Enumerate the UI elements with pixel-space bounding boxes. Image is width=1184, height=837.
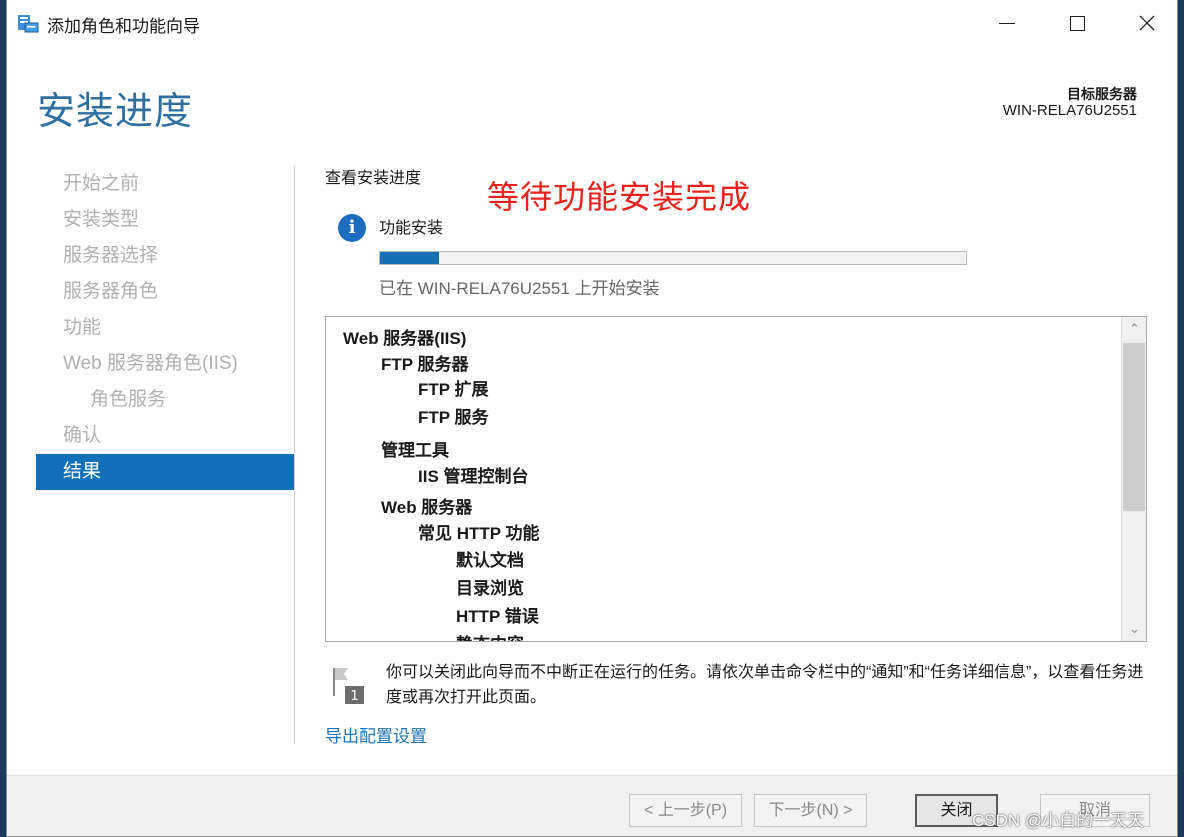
info-icon: i (338, 214, 366, 242)
title-bar[interactable]: 添加角色和功能向导 (7, 0, 1177, 46)
feature-item: IIS 管理控制台 (418, 467, 529, 486)
sidebar-item-server-selection: 服务器选择 (63, 245, 159, 266)
next-button[interactable]: 下一步(N) > (754, 794, 867, 827)
close-window-button[interactable] (1112, 0, 1177, 46)
feature-list-scrollbar[interactable]: ⌃ ⌄ (1121, 317, 1146, 641)
install-progress-fill (380, 252, 439, 264)
target-server-label: 目标服务器 (1067, 86, 1137, 102)
close-icon (1139, 15, 1155, 31)
sidebar-item-confirmation: 确认 (63, 425, 102, 446)
section-heading: 查看安装进度 (325, 170, 422, 187)
sidebar-item-results[interactable]: 结果 (36, 454, 294, 490)
sidebar-item-installation-type: 安装类型 (63, 209, 140, 230)
scroll-up-arrow-icon[interactable]: ⌃ (1122, 317, 1146, 341)
page-title: 安装进度 (37, 91, 194, 133)
minimize-button[interactable] (972, 0, 1042, 46)
feature-item: 管理工具 (381, 441, 449, 460)
scroll-down-arrow-icon[interactable]: ⌄ (1122, 617, 1146, 641)
export-config-link[interactable]: 导出配置设置 (325, 722, 427, 747)
server-manager-icon (18, 15, 39, 33)
previous-button[interactable]: < 上一步(P) (629, 794, 742, 827)
feature-list[interactable]: Web 服务器(IIS) FTP 服务器 FTP 扩展 FTP 服务 管理工具 … (325, 316, 1147, 642)
sidebar-item-before-you-begin: 开始之前 (63, 173, 140, 194)
feature-item: 默认文档 (456, 551, 524, 570)
scroll-thumb[interactable] (1123, 343, 1145, 511)
sidebar-item-features: 功能 (63, 317, 102, 338)
sidebar-item-web-server-role: Web 服务器角色(IIS) (63, 353, 238, 374)
feature-item: FTP 扩展 (418, 380, 489, 399)
feature-item: 常见 HTTP 功能 (418, 524, 540, 543)
maximize-button[interactable] (1042, 0, 1112, 46)
feature-item: 目录浏览 (456, 579, 524, 598)
feature-install-label: 功能安装 (379, 220, 444, 237)
minimize-icon (999, 22, 1015, 24)
feature-item: Web 服务器 (381, 498, 473, 517)
maximize-icon (1069, 15, 1085, 31)
install-progress-bar (379, 251, 967, 265)
notice-badge: 1 (350, 689, 358, 704)
feature-list-content: Web 服务器(IIS) FTP 服务器 FTP 扩展 FTP 服务 管理工具 … (326, 317, 1121, 641)
sidebar-item-server-roles: 服务器角色 (63, 281, 159, 302)
feature-item: FTP 服务器 (381, 355, 469, 374)
feature-item: Web 服务器(IIS) (343, 329, 467, 348)
annotation-text: 等待功能安装完成 (487, 179, 752, 215)
watermark-text: CSDN @小白的一天天 (972, 811, 1145, 830)
feature-item: HTTP 错误 (456, 607, 539, 626)
desktop-background-right (1178, 0, 1184, 837)
sidebar-divider (294, 166, 295, 744)
window-title: 添加角色和功能向导 (47, 17, 200, 36)
install-status-text: 已在 WIN-RELA76U2551 上开始安装 (379, 279, 660, 298)
feature-item: FTP 服务 (418, 408, 489, 427)
sidebar-item-role-services: 角色服务 (90, 389, 167, 410)
feature-item: 静态内容 (456, 630, 524, 641)
notification-flag-icon: 1 (333, 668, 364, 704)
wizard-window: 添加角色和功能向导 安装进度 目标服务器 WIN-RELA76U2551 开始之… (6, 0, 1178, 837)
notice-text: 你可以关闭此向导而不中断正在运行的任务。请依次单击命令栏中的“通知”和“任务详细… (386, 664, 1144, 706)
wizard-steps-sidebar: 开始之前 安装类型 服务器选择 服务器角色 功能 Web 服务器角色(IIS) … (36, 166, 294, 490)
target-server-value: WIN-RELA76U2551 (1002, 102, 1137, 119)
